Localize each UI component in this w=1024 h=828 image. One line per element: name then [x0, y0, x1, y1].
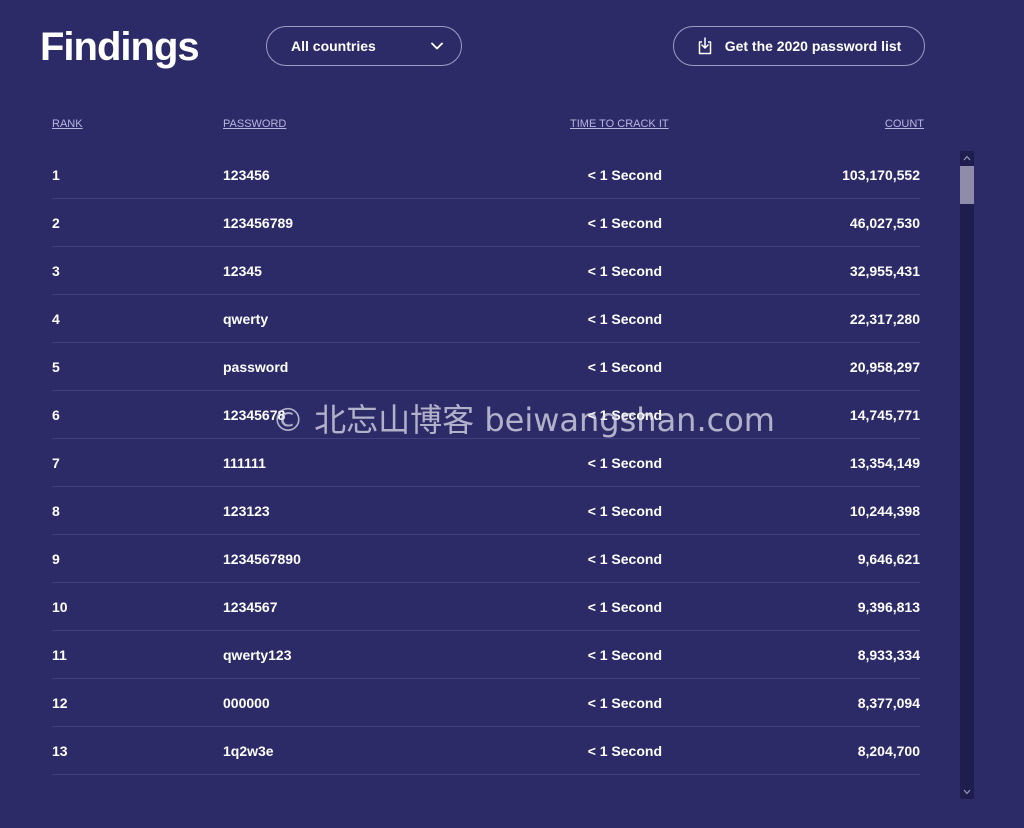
time-to-crack-cell: < 1 Second [587, 359, 662, 375]
password-cell: 123123 [223, 503, 270, 519]
time-to-crack-cell: < 1 Second [587, 551, 662, 567]
column-header-rank[interactable]: RANK [52, 118, 83, 130]
download-password-list-button[interactable]: Get the 2020 password list [673, 26, 925, 66]
count-cell: 22,317,280 [849, 311, 920, 327]
password-cell: 111111 [223, 455, 266, 471]
rank-cell: 2 [52, 215, 60, 231]
password-cell: 1234567 [223, 599, 278, 615]
page-title: Findings [40, 25, 200, 69]
table-row: 8 123123 < 1 Second 10,244,398 [52, 487, 920, 535]
download-button-label: Get the 2020 password list [724, 38, 902, 54]
password-cell: 12345678 [223, 407, 286, 423]
count-cell: 8,377,094 [857, 695, 920, 711]
password-cell: qwerty [223, 311, 269, 327]
time-to-crack-cell: < 1 Second [587, 455, 662, 471]
table-row: 12 000000 < 1 Second 8,377,094 [52, 679, 920, 727]
rank-cell: 4 [52, 311, 60, 327]
table-row: 7 111111 < 1 Second 13,354,149 [52, 439, 920, 487]
time-to-crack-cell: < 1 Second [587, 263, 662, 279]
count-cell: 13,354,149 [849, 455, 920, 471]
count-cell: 9,396,813 [857, 599, 920, 615]
count-cell: 9,646,621 [857, 551, 920, 567]
chevron-down-icon [431, 42, 443, 50]
country-select[interactable]: All countries [266, 26, 462, 66]
time-to-crack-cell: < 1 Second [587, 503, 662, 519]
password-cell: 123456789 [223, 215, 294, 231]
rank-cell: 3 [52, 263, 60, 279]
column-header-count[interactable]: COUNT [885, 118, 924, 130]
rank-cell: 9 [52, 551, 60, 567]
count-cell: 46,027,530 [849, 215, 920, 231]
password-cell: password [223, 359, 289, 375]
column-header-time-to-crack[interactable]: TIME TO CRACK IT [570, 118, 669, 130]
rank-cell: 5 [52, 359, 60, 375]
time-to-crack-cell: < 1 Second [587, 599, 662, 615]
scrollbar-thumb[interactable] [960, 166, 974, 204]
count-cell: 103,170,552 [842, 167, 920, 183]
password-cell: 1234567890 [223, 551, 301, 567]
table-row: 1 123456 < 1 Second 103,170,552 [52, 151, 920, 199]
rank-cell: 7 [52, 455, 60, 471]
count-cell: 20,958,297 [849, 359, 920, 375]
table-row: 11 qwerty123 < 1 Second 8,933,334 [52, 631, 920, 679]
scroll-up-arrow-icon[interactable] [960, 151, 974, 165]
password-cell: 123456 [223, 167, 270, 183]
password-cell: 000000 [223, 695, 270, 711]
table-row: 4 qwerty < 1 Second 22,317,280 [52, 295, 920, 343]
table-row: 2 123456789 < 1 Second 46,027,530 [52, 199, 920, 247]
table-row: 10 1234567 < 1 Second 9,396,813 [52, 583, 920, 631]
scroll-down-arrow-icon[interactable] [960, 785, 974, 799]
table-scrollbar[interactable] [960, 151, 974, 799]
table-row: 9 1234567890 < 1 Second 9,646,621 [52, 535, 920, 583]
time-to-crack-cell: < 1 Second [587, 695, 662, 711]
time-to-crack-cell: < 1 Second [587, 167, 662, 183]
rank-cell: 10 [52, 599, 68, 615]
time-to-crack-cell: < 1 Second [587, 311, 662, 327]
rank-cell: 11 [52, 647, 67, 663]
count-cell: 32,955,431 [849, 263, 920, 279]
count-cell: 8,933,334 [857, 647, 920, 663]
time-to-crack-cell: < 1 Second [587, 215, 662, 231]
country-select-value: All countries [291, 38, 376, 54]
rank-cell: 6 [52, 407, 60, 423]
table-row: 6 12345678 < 1 Second 14,745,771 [52, 391, 920, 439]
count-cell: 10,244,398 [849, 503, 920, 519]
table-row: 5 password < 1 Second 20,958,297 [52, 343, 920, 391]
column-header-password[interactable]: PASSWORD [223, 118, 286, 130]
download-icon [697, 37, 713, 55]
count-cell: 14,745,771 [849, 407, 920, 423]
count-cell: 8,204,700 [857, 743, 920, 759]
rank-cell: 12 [52, 695, 68, 711]
password-cell: 1q2w3e [223, 743, 274, 759]
password-cell: 12345 [223, 263, 262, 279]
time-to-crack-cell: < 1 Second [587, 407, 662, 423]
time-to-crack-cell: < 1 Second [587, 647, 662, 663]
time-to-crack-cell: < 1 Second [587, 743, 662, 759]
password-table-body: 1 123456 < 1 Second 103,170,552 2 123456789 < … [52, 151, 920, 775]
findings-page: Findings All countries Get the 2020 pass… [0, 0, 1024, 828]
table-row: 3 12345 < 1 Second 32,955,431 [52, 247, 920, 295]
table-row: 13 1q2w3e < 1 Second 8,204,700 [52, 727, 920, 775]
table-header: RANK PASSWORD TIME TO CRACK IT COUNT [52, 118, 924, 134]
rank-cell: 13 [52, 743, 68, 759]
rank-cell: 1 [52, 167, 60, 183]
password-cell: qwerty123 [223, 647, 292, 663]
rank-cell: 8 [52, 503, 60, 519]
